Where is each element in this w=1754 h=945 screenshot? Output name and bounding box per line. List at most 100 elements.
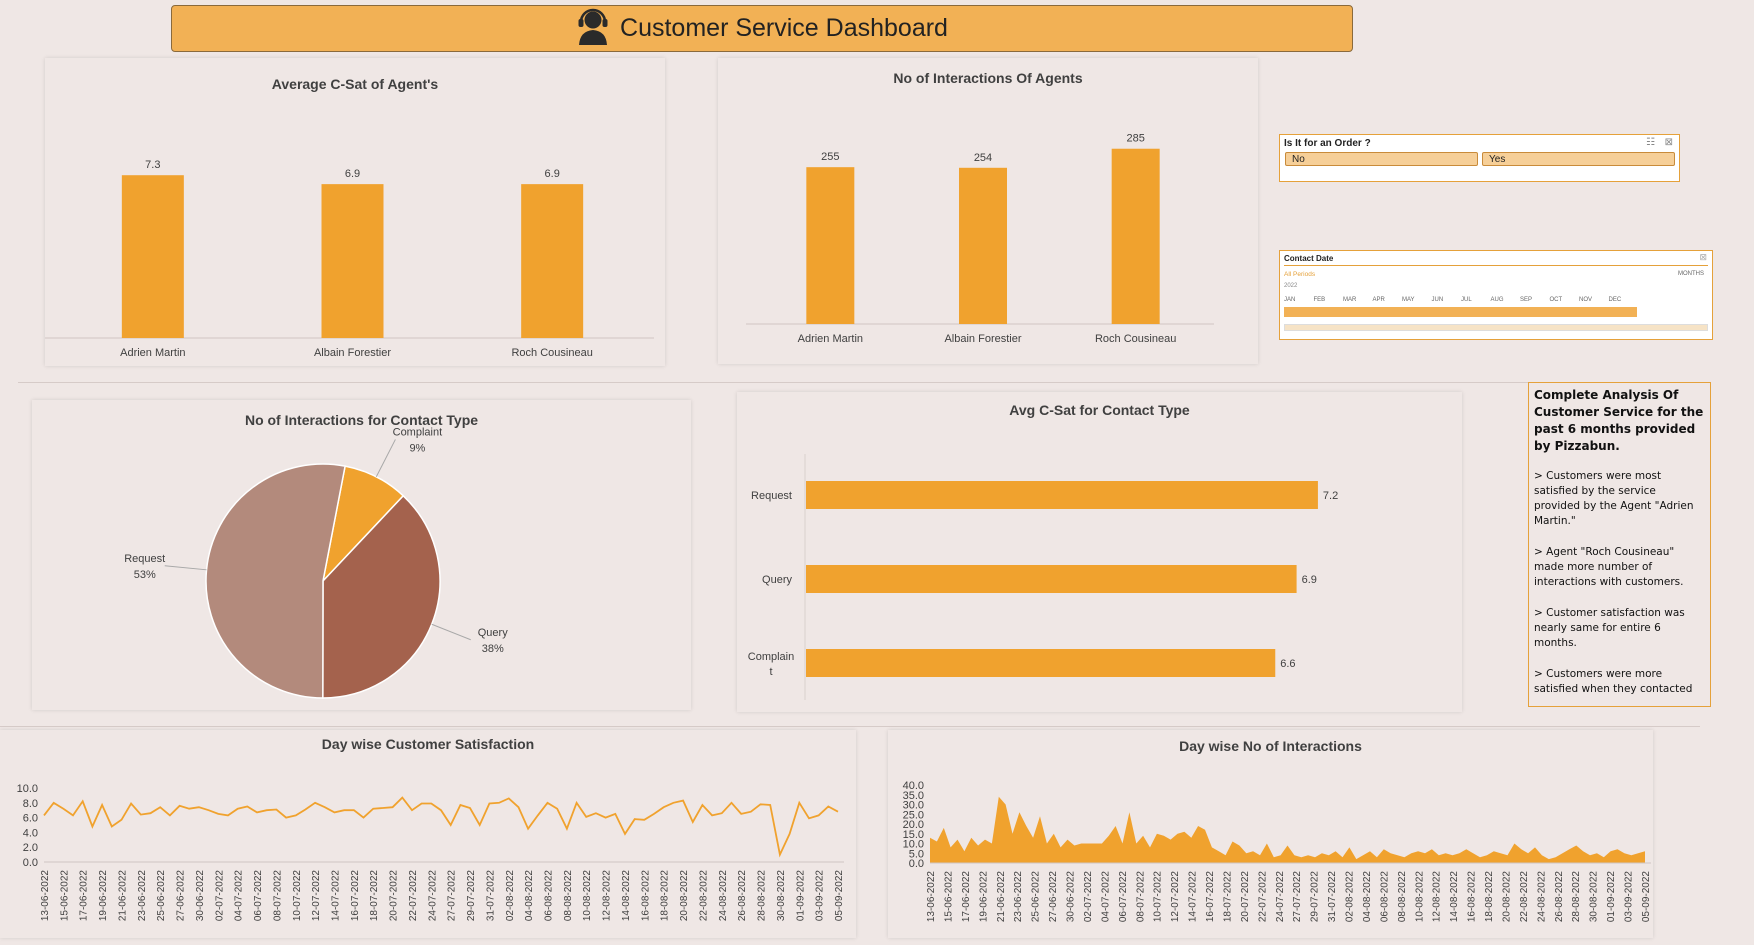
x-tick-label: 04-07-2022 xyxy=(234,870,245,922)
series-area xyxy=(930,796,1645,863)
timeline-scrollbar[interactable] xyxy=(1284,324,1708,331)
contact-date-timeline: Contact Date ⊠ All Periods MONTHS 2022 J… xyxy=(1279,250,1713,340)
bar xyxy=(521,184,584,338)
x-tick-label: 22-08-2022 xyxy=(698,870,709,922)
x-tick-label: 19-06-2022 xyxy=(978,871,989,923)
x-tick-label: 15-06-2022 xyxy=(59,870,70,922)
timeline-month-label[interactable]: NOV xyxy=(1579,297,1592,303)
clear-filter-icon[interactable]: ⊠ xyxy=(1699,252,1707,263)
x-tick-label: 10-07-2022 xyxy=(292,870,303,922)
x-tick-label: 08-07-2022 xyxy=(272,870,283,922)
order-slicer: Is It for an Order ? ☷ ⊠ No Yes xyxy=(1279,134,1680,182)
timeline-title: Contact Date xyxy=(1284,254,1334,263)
data-label: 254 xyxy=(974,152,992,164)
y-tick-label: 4.0 xyxy=(23,827,38,839)
x-tick-label: 05-09-2022 xyxy=(834,870,845,922)
x-tick-label: 05-09-2022 xyxy=(1641,871,1652,923)
timeline-level-dropdown[interactable]: MONTHS xyxy=(1678,271,1704,277)
category-label: Adrien Martin xyxy=(120,347,185,359)
x-tick-label: 20-07-2022 xyxy=(389,870,400,922)
daywise-interactions-chart: 0.05.010.015.020.025.030.035.040.013-06-… xyxy=(903,780,1652,923)
x-tick-label: 22-07-2022 xyxy=(1257,871,1268,923)
category-label: Request xyxy=(751,490,792,502)
slicer-option-yes[interactable]: Yes xyxy=(1482,152,1675,166)
x-tick-label: 16-07-2022 xyxy=(350,870,361,922)
bar xyxy=(806,565,1297,593)
timeline-selected-range[interactable] xyxy=(1284,307,1637,317)
data-label: 6.9 xyxy=(545,168,560,180)
analysis-heading: Complete Analysis Of Customer Service fo… xyxy=(1534,388,1704,453)
y-tick-label: 0.0 xyxy=(23,857,38,869)
x-tick-label: 04-08-2022 xyxy=(524,870,535,922)
x-tick-label: 02-07-2022 xyxy=(214,870,225,922)
timeline-month-label[interactable]: OCT xyxy=(1550,297,1563,303)
x-tick-label: 28-08-2022 xyxy=(1571,871,1582,923)
analysis-point: > Customers were more satisfied when the… xyxy=(1534,668,1693,695)
multi-select-icon[interactable]: ☷ xyxy=(1646,137,1655,148)
clear-filter-icon[interactable]: ⊠ xyxy=(1665,137,1673,148)
y-tick-label: 10.0 xyxy=(17,783,38,795)
x-tick-label: 27-06-2022 xyxy=(176,870,187,922)
x-tick-label: 06-08-2022 xyxy=(544,870,555,922)
x-tick-label: 12-08-2022 xyxy=(602,870,613,922)
x-tick-label: 18-07-2022 xyxy=(369,870,380,922)
timeline-month-label[interactable]: AUG xyxy=(1491,297,1504,303)
x-tick-label: 21-06-2022 xyxy=(996,871,1007,923)
category-label: Query xyxy=(762,574,792,586)
x-tick-label: 23-06-2022 xyxy=(1013,871,1024,923)
x-tick-label: 24-07-2022 xyxy=(427,870,438,922)
bar xyxy=(121,175,184,338)
x-tick-label: 13-06-2022 xyxy=(40,870,51,922)
x-tick-label: 28-08-2022 xyxy=(757,870,768,922)
data-label: 6.9 xyxy=(1302,574,1317,586)
bar xyxy=(959,167,1007,324)
data-label: 255 xyxy=(821,151,839,163)
timeline-month-label[interactable]: JUN xyxy=(1432,297,1444,303)
leader-line xyxy=(164,565,207,571)
x-tick-label: 14-08-2022 xyxy=(1449,871,1460,923)
panel-interactions-agent: No of Interactions Of Agents 255 Adrien M… xyxy=(718,58,1258,364)
x-tick-label: 25-06-2022 xyxy=(1031,871,1042,923)
data-label: 7.3 xyxy=(145,159,160,171)
slicer-option-no[interactable]: No xyxy=(1285,152,1478,166)
x-tick-label: 23-06-2022 xyxy=(137,870,148,922)
analysis-textbox: Complete Analysis Of Customer Service fo… xyxy=(1528,382,1711,707)
x-tick-label: 22-07-2022 xyxy=(408,870,419,922)
x-tick-label: 30-08-2022 xyxy=(1589,871,1600,923)
panel-daywise-interactions: Day wise No of Interactions 0.0 5.0 10.0 15… xyxy=(888,730,1653,938)
timeline-month-label[interactable]: JUL xyxy=(1461,297,1472,303)
x-tick-label: 16-08-2022 xyxy=(640,870,651,922)
x-tick-label: 10-08-2022 xyxy=(1414,871,1425,923)
section-divider xyxy=(18,382,1602,383)
category-label: Adrien Martin xyxy=(798,333,863,345)
x-tick-label: 06-08-2022 xyxy=(1379,871,1390,923)
x-tick-label: 04-07-2022 xyxy=(1100,871,1111,923)
x-tick-label: 18-08-2022 xyxy=(660,870,671,922)
x-tick-label: 26-08-2022 xyxy=(1554,871,1565,923)
leader-line xyxy=(431,623,471,641)
x-tick-label: 21-06-2022 xyxy=(117,870,128,922)
x-tick-label: 18-07-2022 xyxy=(1222,871,1233,923)
x-tick-label: 20-08-2022 xyxy=(679,870,690,922)
x-tick-label: 14-08-2022 xyxy=(621,870,632,922)
x-tick-label: 12-07-2022 xyxy=(311,870,322,922)
x-tick-label: 01-09-2022 xyxy=(1606,871,1617,923)
timeline-month-label[interactable]: MAY xyxy=(1402,297,1415,303)
timeline-month-label[interactable]: DEC xyxy=(1609,297,1622,303)
x-tick-label: 17-06-2022 xyxy=(79,870,90,922)
slice-category-label: Complaint xyxy=(393,426,443,438)
slice-percent-label: 9% xyxy=(409,442,425,454)
x-tick-label: 08-08-2022 xyxy=(563,870,574,922)
x-tick-label: 24-07-2022 xyxy=(1275,871,1286,923)
x-tick-label: 14-07-2022 xyxy=(330,870,341,922)
timeline-month-label[interactable]: JAN xyxy=(1284,297,1295,303)
headset-agent-icon xyxy=(576,7,610,50)
x-tick-label: 27-06-2022 xyxy=(1048,871,1059,923)
x-tick-label: 22-08-2022 xyxy=(1519,871,1530,923)
timeline-month-label[interactable]: SEP xyxy=(1520,297,1532,303)
timeline-months: JAN FEB MAR APR MAY JUN JUL AUG SEP OCT NOV DEC xyxy=(1284,297,1644,305)
analysis-point: > Agent "Roch Cousineau" made more numbe… xyxy=(1534,546,1684,588)
timeline-month-label[interactable]: MAR xyxy=(1343,297,1356,303)
timeline-month-label[interactable]: APR xyxy=(1373,297,1385,303)
timeline-month-label[interactable]: FEB xyxy=(1314,297,1326,303)
